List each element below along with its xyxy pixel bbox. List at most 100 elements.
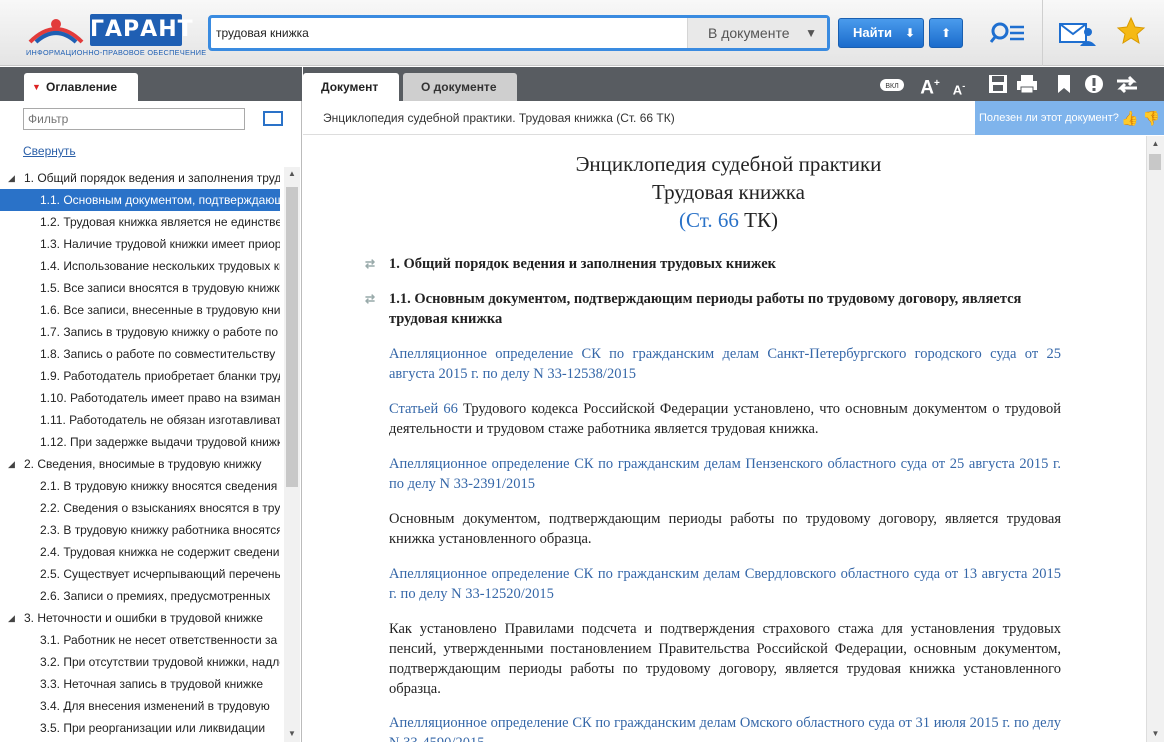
filter-window-icon[interactable] xyxy=(263,111,283,126)
toc-subsection-item[interactable]: 2.5. Существует исчерпывающий перечень xyxy=(0,563,280,585)
warning-icon[interactable] xyxy=(1083,73,1105,95)
case-link-3[interactable]: Апелляционное определение СК по гражданс… xyxy=(389,564,1061,604)
article-66-text-link[interactable]: Статьей 66 xyxy=(389,401,458,417)
toc-item-label: 1.12. При задержке выдачи трудовой книжк… xyxy=(40,435,280,449)
toc-subsection-item[interactable]: 1.10. Работодатель имеет право на взиман… xyxy=(0,387,280,409)
tab-toc[interactable]: ▼ Оглавление xyxy=(24,73,138,101)
doc-scrollbar[interactable]: ▲ ▼ xyxy=(1146,136,1164,742)
toc-subsection-item[interactable]: 1.11. Работодатель не обязан изготавлива… xyxy=(0,409,280,431)
toc-subsection-item[interactable]: 3.2. При отсутствии трудовой книжки, над… xyxy=(0,651,280,673)
toc-item-label: 1.3. Наличие трудовой книжки имеет приор… xyxy=(40,237,280,251)
toc-item-label: 1.5. Все записи вносятся в трудовую книж… xyxy=(40,281,280,295)
section-heading-1-text: 1. Общий порядок ведения и заполнения тр… xyxy=(389,256,777,272)
search-results-icon[interactable] xyxy=(990,20,1026,46)
toc-item-label: 3.4. Для внесения изменений в трудовую xyxy=(40,699,270,713)
bookmark-icon[interactable] xyxy=(1055,73,1073,95)
toc-list: ◢ 1. Общий порядок ведения и заполнения т… xyxy=(0,167,280,742)
toc-section-item[interactable]: ◢ 2. Сведения, вносимые в трудовую книжку xyxy=(0,453,280,475)
speech-toggle-icon[interactable]: ВКЛ xyxy=(879,73,905,95)
swap-arrows-icon[interactable] xyxy=(1115,73,1139,95)
toc-item-label: 2.3. В трудовую книжку работника вносятс… xyxy=(40,523,280,537)
toc-subsection-item[interactable]: 3.4. Для внесения изменений в трудовую xyxy=(0,695,280,717)
find-prev-button[interactable]: ⬆ xyxy=(929,18,963,48)
toc-item-label: 1.4. Использование нескольких трудовых к… xyxy=(40,259,280,273)
thumbs-up-icon[interactable]: 👍 xyxy=(1121,110,1138,126)
star-icon[interactable] xyxy=(1116,16,1146,46)
chevron-down-icon: ▼ xyxy=(805,26,817,40)
mail-users-icon[interactable] xyxy=(1058,18,1098,48)
toc-subsection-item[interactable]: 1.3. Наличие трудовой книжки имеет приор… xyxy=(0,233,280,255)
case-link-2[interactable]: Апелляционное определение СК по гражданс… xyxy=(389,454,1061,494)
search-box: В документе ▼ xyxy=(208,15,830,51)
tab-document[interactable]: Документ xyxy=(303,73,399,101)
print-icon[interactable] xyxy=(1015,73,1039,95)
tab-about-document[interactable]: О документе xyxy=(403,73,517,101)
arrow-down-icon: ⬇ xyxy=(904,26,915,40)
toc-subsection-item[interactable]: 1.1. Основным документом, подтверждающим… xyxy=(0,189,280,211)
toc-item-label: 3.3. Неточная запись в трудовой книжке xyxy=(40,677,264,691)
toc-subsection-item[interactable]: 2.6. Записи о премиях, предусмотренных xyxy=(0,585,280,607)
toc-item-label: 1.6. Все записи, внесенные в трудовую кн… xyxy=(40,303,280,317)
doc-scroll-thumb[interactable] xyxy=(1149,154,1161,170)
thumbs-down-icon[interactable]: 👎 xyxy=(1143,110,1160,126)
toc-subsection-item[interactable]: 1.5. Все записи вносятся в трудовую книж… xyxy=(0,277,280,299)
link-arrows-icon[interactable]: ⇄ xyxy=(365,289,375,309)
doc-breadcrumb: Энциклопедия судебной практики. Трудовая… xyxy=(303,101,975,135)
link-arrows-icon[interactable]: ⇄ xyxy=(365,254,375,274)
toc-section-item[interactable]: ◢ 3. Неточности и ошибки в трудовой книжк… xyxy=(0,607,280,629)
case-link-4[interactable]: Апелляционное определение СК по гражданс… xyxy=(389,713,1061,742)
paragraph-2: Основным документом, подтверждающим пери… xyxy=(389,511,1061,547)
paragraph-3: Как установлено Правилами подсчета и под… xyxy=(389,621,1061,697)
toc-subsection-item[interactable]: 3.1. Работник не несет ответственности з… xyxy=(0,629,280,651)
expand-triangle-icon[interactable]: ◢ xyxy=(8,167,15,189)
toc-section-item[interactable]: ◢ 1. Общий порядок ведения и заполнения т… xyxy=(0,167,280,189)
font-increase-icon[interactable]: A+ xyxy=(917,73,943,98)
toc-subsection-item[interactable]: 1.2. Трудовая книжка является не единств… xyxy=(0,211,280,233)
search-scope-select[interactable]: В документе ▼ xyxy=(687,18,827,48)
toc-subsection-item[interactable]: 1.8. Запись о работе по совместительству xyxy=(0,343,280,365)
scroll-down-icon[interactable]: ▼ xyxy=(284,729,300,738)
font-decrease-icon[interactable]: A- xyxy=(949,73,969,97)
save-icon[interactable] xyxy=(987,73,1009,95)
expand-triangle-icon[interactable]: ◢ xyxy=(8,453,15,475)
toc-subsection-item[interactable]: 1.9. Работодатель приобретает бланки тру… xyxy=(0,365,280,387)
logo-word: ГАРАНТ xyxy=(90,14,193,46)
paragraph-1: Статьей 66 Трудового кодекса Российской … xyxy=(389,399,1061,439)
toc-subsection-item[interactable]: 1.7. Запись в трудовую книжку о работе п… xyxy=(0,321,280,343)
toc-subsection-item[interactable]: 2.1. В трудовую книжку вносятся сведения xyxy=(0,475,280,497)
toc-subsection-item[interactable]: 2.3. В трудовую книжку работника вносятс… xyxy=(0,519,280,541)
logo-subtitle: ИНФОРМАЦИОННО-ПРАВОВОЕ ОБЕСПЕЧЕНИЕ xyxy=(26,48,207,57)
toc-subsection-item[interactable]: 1.12. При задержке выдачи трудовой книжк… xyxy=(0,431,280,453)
title-line-2: Трудовая книжка xyxy=(652,180,805,204)
toc-subsection-item[interactable]: 1.6. Все записи, внесенные в трудовую кн… xyxy=(0,299,280,321)
garant-logo[interactable]: ГАРАНТ ИНФОРМАЦИОННО-ПРАВОВОЕ ОБЕСПЕЧЕНИ… xyxy=(26,12,206,58)
toc-subsection-item[interactable]: 3.3. Неточная запись в трудовой книжке xyxy=(0,673,280,695)
title-line-3: (Ст. 66 ТК) xyxy=(403,206,1054,234)
arrow-up-icon: ⬆ xyxy=(940,26,952,40)
toc-subsection-item[interactable]: 2.2. Сведения о взысканиях вносятся в тр… xyxy=(0,497,280,519)
section-heading-1-1: ⇄ 1.1. Основным документом, подтверждающ… xyxy=(365,289,1069,329)
case-link-1[interactable]: Апелляционное определение СК по гражданс… xyxy=(389,344,1061,384)
toc-panel: Свернуть ◢ 1. Общий порядок ведения и зап… xyxy=(0,101,302,742)
toc-scrollbar[interactable]: ▲ ▼ xyxy=(284,167,300,742)
title-tail: ТК) xyxy=(738,208,778,232)
toc-item-label: 1. Общий порядок ведения и заполнения тр… xyxy=(24,171,280,185)
collapse-link[interactable]: Свернуть xyxy=(23,144,76,158)
search-scope-label: В документе xyxy=(708,25,790,41)
toc-filter-input[interactable] xyxy=(23,108,245,130)
expand-triangle-icon[interactable]: ◢ xyxy=(8,607,15,629)
article-66-link[interactable]: Ст. 66 xyxy=(686,208,739,232)
toc-item-label: 3.5. При реорганизации или ликвидации xyxy=(40,721,266,735)
toc-subsection-item[interactable]: 2.4. Трудовая книжка не содержит сведени… xyxy=(0,541,280,563)
toc-subsection-item[interactable]: 3.5. При реорганизации или ликвидации xyxy=(0,717,280,739)
toc-item-label: 1.9. Работодатель приобретает бланки тру… xyxy=(40,369,280,383)
scroll-up-icon[interactable]: ▲ xyxy=(284,169,300,178)
scroll-up-icon[interactable]: ▲ xyxy=(1147,139,1164,148)
scroll-down-icon[interactable]: ▼ xyxy=(1147,729,1164,738)
toc-subsection-item[interactable]: 1.4. Использование нескольких трудовых к… xyxy=(0,255,280,277)
toc-item-label: 1.10. Работодатель имеет право на взиман… xyxy=(40,391,280,405)
search-input[interactable] xyxy=(216,23,686,43)
toc-scroll-thumb[interactable] xyxy=(286,187,298,487)
find-button[interactable]: Найти ⬇ xyxy=(838,18,924,48)
toc-item-label: 2.6. Записи о премиях, предусмотренных xyxy=(40,589,271,603)
